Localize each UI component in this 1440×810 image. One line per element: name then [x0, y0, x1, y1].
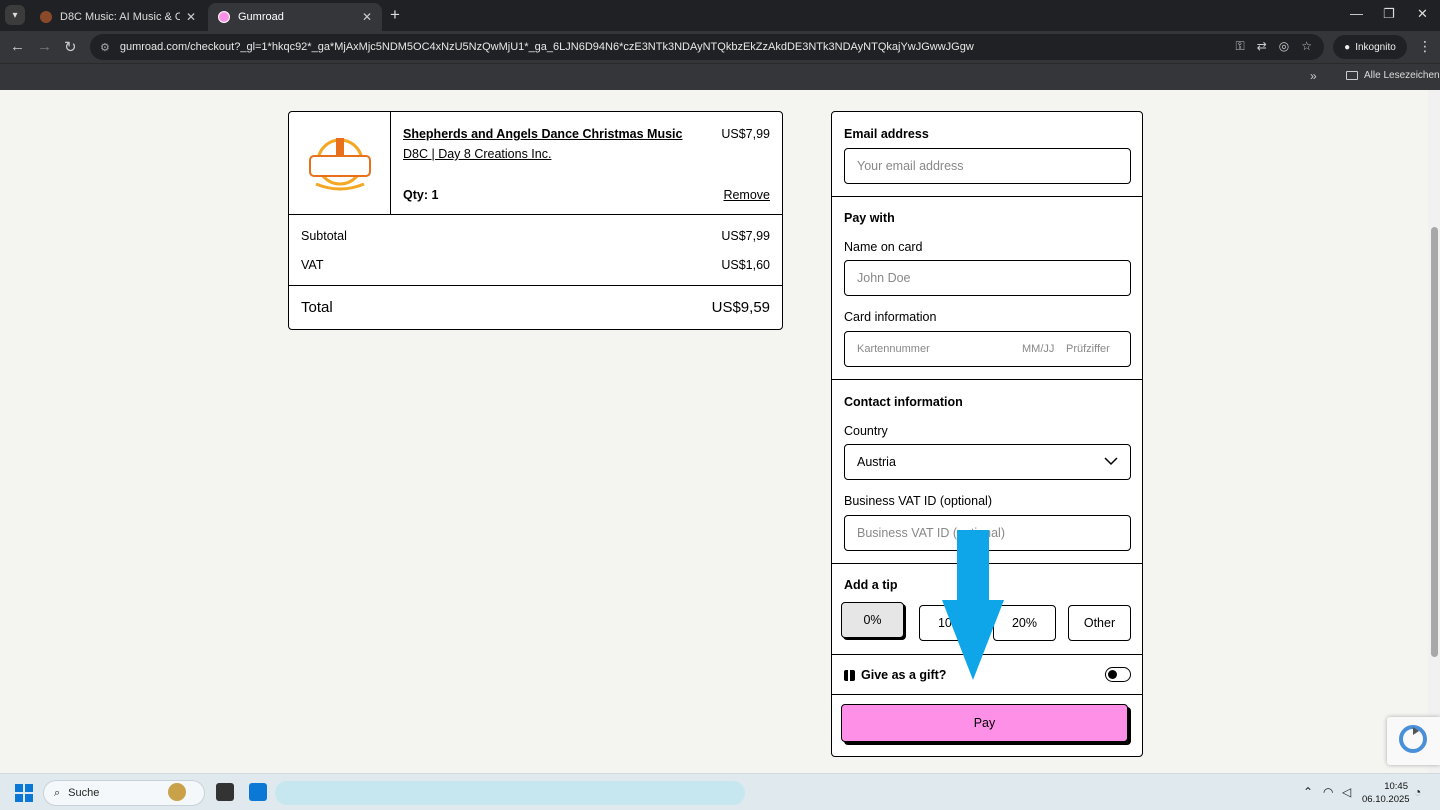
d8c-favicon-icon — [40, 11, 52, 23]
tip-option-0[interactable]: 0% — [841, 602, 904, 638]
minimize-icon[interactable]: — — [1350, 6, 1363, 21]
pay-with-heading: Pay with — [844, 211, 895, 225]
subtotal-row: Subtotal US$7,99 — [301, 229, 770, 243]
translate-icon[interactable]: ⇄ — [1257, 39, 1267, 54]
section-divider — [832, 379, 1142, 380]
tip-option-other[interactable]: Other — [1068, 605, 1131, 641]
folder-icon — [1346, 71, 1358, 80]
back-icon[interactable]: ← — [10, 38, 25, 55]
windows-taskbar: ⌕ Suche ⌃ ◠ ◁ 10:45 06.10.2025 ◔ — [0, 773, 1440, 810]
taskbar-apps-blurred — [275, 781, 745, 805]
item-price: US$7,99 — [721, 127, 770, 141]
total-divider — [289, 285, 782, 286]
email-label: Email address — [844, 127, 929, 141]
recaptcha-icon — [1399, 725, 1427, 753]
item-quantity: Qty: 1 — [403, 188, 439, 202]
product-thumbnail[interactable] — [289, 112, 391, 215]
chevron-down-icon — [1104, 457, 1118, 466]
vat-row: VAT US$1,60 — [301, 258, 770, 272]
vat-id-label: Business VAT ID (optional) — [844, 494, 992, 508]
wifi-icon[interactable]: ◠ — [1323, 785, 1333, 799]
tray-overflow-icon[interactable]: ⌃ — [1303, 785, 1313, 799]
incognito-icon: ● — [1344, 41, 1351, 53]
d8c-logo-icon — [308, 137, 371, 190]
seller-link[interactable]: D8C | Day 8 Creations Inc. — [403, 147, 551, 161]
section-divider — [832, 694, 1142, 695]
recaptcha-badge[interactable] — [1387, 717, 1440, 765]
bookmarks-overflow-icon[interactable]: » — [1310, 69, 1317, 83]
total-value: US$9,59 — [711, 299, 770, 316]
address-bar[interactable]: ⚙ gumroad.com/checkout?_gl=1*hkqc92*_ga*… — [90, 34, 1324, 60]
reload-icon[interactable]: ↻ — [64, 38, 77, 56]
url-text: gumroad.com/checkout?_gl=1*hkqc92*_ga*Mj… — [119, 41, 974, 53]
card-expiry-placeholder: MM/JJ — [1022, 343, 1055, 355]
gumroad-favicon-icon — [218, 11, 230, 23]
file-explorer-icon[interactable] — [216, 783, 234, 801]
browser-menu-icon[interactable]: ⋮ — [1418, 38, 1432, 55]
password-key-icon[interactable]: ⚿ — [1236, 39, 1245, 54]
section-divider — [832, 196, 1142, 197]
tab-title: D8C Music: AI Music & Original — [60, 11, 180, 23]
tab-search-button[interactable]: ▾ — [5, 5, 25, 25]
subtotal-label: Subtotal — [301, 229, 347, 243]
incognito-badge[interactable]: ● Inkognito — [1333, 35, 1407, 59]
name-on-card-input[interactable]: John Doe — [844, 260, 1131, 296]
gift-icon — [844, 669, 855, 681]
taskbar-search-label: Suche — [68, 787, 100, 799]
tab-title: Gumroad — [238, 11, 284, 23]
taskbar-clock[interactable]: 10:45 06.10.2025 — [1362, 780, 1410, 806]
country-select[interactable]: Austria — [844, 444, 1131, 480]
browser-tab-bar: ▾ D8C Music: AI Music & Original ✕ Gumro… — [0, 0, 1440, 31]
volume-icon[interactable]: ◁ — [1342, 785, 1351, 799]
add-tip-heading: Add a tip — [844, 578, 898, 592]
new-tab-button[interactable]: + — [390, 5, 400, 25]
incognito-label: Inkognito — [1355, 41, 1396, 53]
restore-icon[interactable]: ❐ — [1383, 6, 1395, 22]
clock-date: 06.10.2025 — [1362, 794, 1410, 805]
gift-label: Give as a gift? — [861, 668, 947, 682]
subtotal-value: US$7,99 — [721, 229, 770, 243]
tracking-off-icon[interactable]: ◎ — [1279, 39, 1289, 54]
page-scrollbar[interactable] — [1428, 90, 1440, 773]
country-label: Country — [844, 424, 888, 438]
contact-info-heading: Contact information — [844, 395, 963, 409]
close-window-icon[interactable]: ✕ — [1417, 6, 1428, 22]
cart-summary: Shepherds and Angels Dance Christmas Mus… — [288, 111, 783, 330]
gift-toggle[interactable] — [1105, 667, 1131, 682]
notifications-icon[interactable]: ◔ — [1414, 785, 1421, 799]
bookmark-star-icon[interactable]: ☆ — [1301, 39, 1312, 54]
start-button-icon[interactable] — [15, 784, 33, 802]
remove-item-link[interactable]: Remove — [723, 188, 770, 202]
search-icon: ⌕ — [54, 786, 61, 799]
site-info-icon[interactable]: ⚙ — [100, 41, 110, 54]
gift-row: Give as a gift? — [844, 668, 946, 682]
tab-close-icon[interactable]: ✕ — [186, 10, 196, 24]
product-title-link[interactable]: Shepherds and Angels Dance Christmas Mus… — [403, 127, 682, 141]
card-info-input[interactable]: Kartennummer MM/JJ Prüfziffer — [844, 331, 1131, 367]
card-number-placeholder: Kartennummer — [857, 343, 930, 355]
card-info-label: Card information — [844, 310, 937, 324]
all-bookmarks-folder[interactable]: Alle Lesezeichen — [1346, 70, 1440, 81]
total-row: Total US$9,59 — [301, 299, 770, 316]
name-on-card-label: Name on card — [844, 240, 923, 254]
bookmarks-bar: » Alle Lesezeichen — [0, 63, 1440, 90]
annotation-arrow-icon — [942, 530, 1004, 680]
clock-time: 10:45 — [1384, 781, 1408, 792]
taskbar-widget-icon[interactable] — [168, 783, 186, 801]
browser-toolbar: ← → ↻ ⚙ gumroad.com/checkout?_gl=1*hkqc9… — [0, 31, 1440, 63]
forward-icon[interactable]: → — [37, 38, 52, 55]
store-app-icon[interactable] — [249, 783, 267, 801]
tab-close-icon[interactable]: ✕ — [362, 10, 372, 24]
vat-value: US$1,60 — [721, 258, 770, 272]
vat-label: VAT — [301, 258, 324, 272]
tab-gumroad[interactable]: Gumroad ✕ — [208, 3, 382, 31]
cart-item: Shepherds and Angels Dance Christmas Mus… — [289, 112, 782, 215]
pay-button[interactable]: Pay — [841, 704, 1128, 742]
total-label: Total — [301, 299, 333, 316]
folder-label: Alle Lesezeichen — [1364, 70, 1440, 81]
country-value: Austria — [857, 455, 896, 469]
card-cvc-placeholder: Prüfziffer — [1066, 343, 1110, 355]
tab-d8c-music[interactable]: D8C Music: AI Music & Original ✕ — [30, 3, 206, 31]
email-input[interactable]: Your email address — [844, 148, 1131, 184]
